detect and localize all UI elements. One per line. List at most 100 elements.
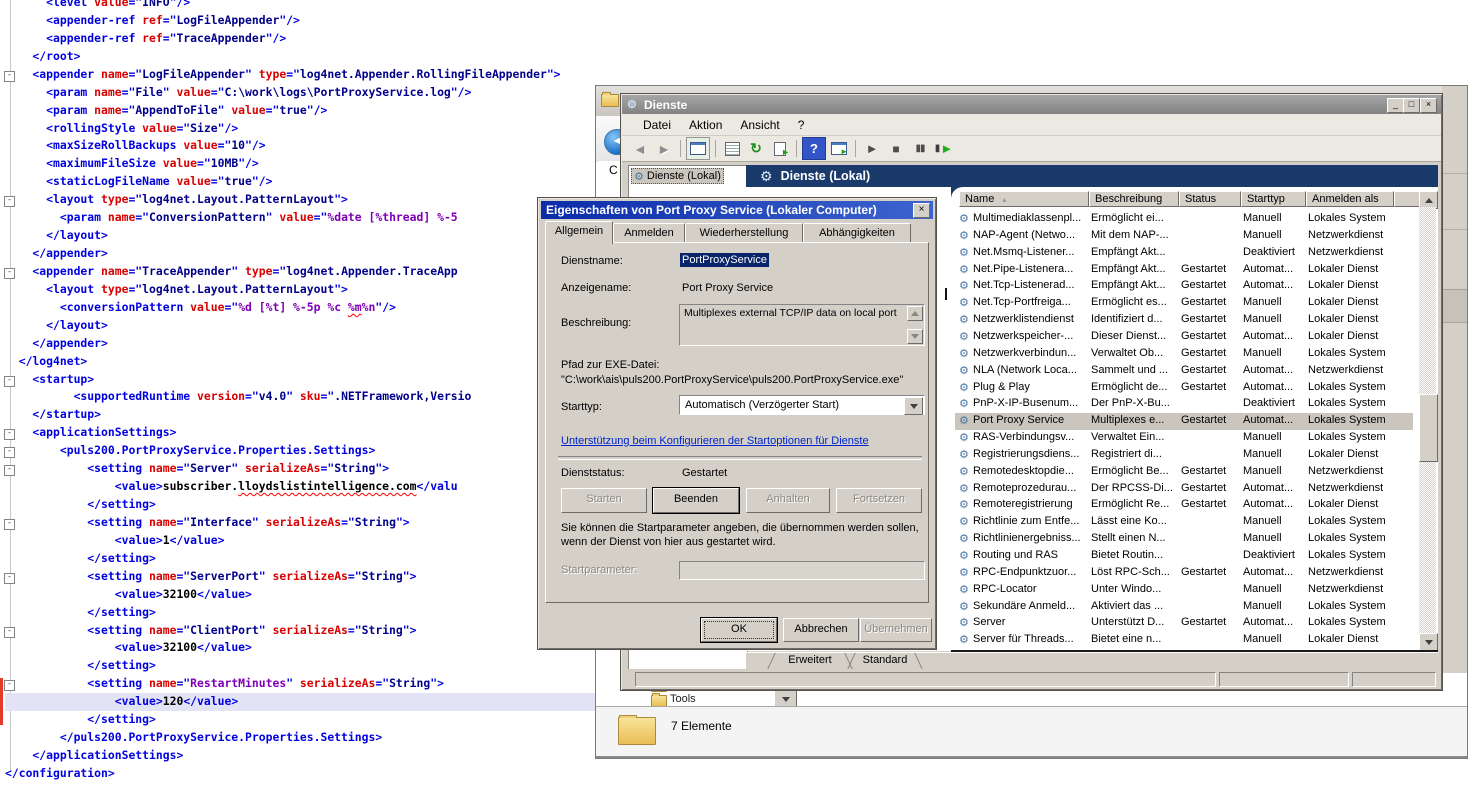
code-line[interactable]: <value>1</value> bbox=[5, 532, 224, 550]
view-tab-standard[interactable]: Standard bbox=[854, 653, 916, 669]
code-line[interactable]: </puls200.PortProxyService.Properties.Se… bbox=[5, 729, 382, 747]
chevron-down-icon[interactable] bbox=[904, 397, 923, 415]
table-row[interactable]: ⚙Server für Threads...Bietet eine n...Ma… bbox=[955, 632, 1413, 649]
code-line[interactable]: <appender name="LogFileAppender" type="l… bbox=[5, 66, 561, 84]
view-tab-erweitert[interactable]: Erweitert bbox=[774, 653, 846, 669]
table-row[interactable]: ⚙Richtlinie zum Entfe...Lässt eine Ko...… bbox=[955, 514, 1413, 531]
code-line[interactable]: <supportedRuntime version="v4.0" sku=".N… bbox=[5, 388, 471, 406]
dialog-titlebar[interactable]: Eigenschaften von Port Proxy Service (Lo… bbox=[541, 201, 933, 219]
starttype-combobox[interactable]: Automatisch (Verzögerter Start) bbox=[679, 395, 925, 415]
code-line[interactable]: </setting> bbox=[5, 711, 156, 729]
code-line[interactable]: <layout type="log4net.Layout.PatternLayo… bbox=[5, 191, 348, 209]
stop-icon[interactable] bbox=[885, 138, 907, 159]
code-line[interactable]: </applicationSettings> bbox=[5, 747, 183, 765]
code-line[interactable]: <value>120</value> bbox=[5, 693, 595, 711]
table-row[interactable]: ⚙Plug & PlayErmöglicht de...GestartetAut… bbox=[955, 380, 1413, 397]
table-row[interactable]: ⚙RemoteregistrierungErmöglicht Re...Gest… bbox=[955, 497, 1413, 514]
code-line[interactable]: </setting> bbox=[5, 657, 156, 675]
console-tree-icon[interactable] bbox=[686, 137, 710, 160]
tab-abhngigkeiten[interactable]: Abhängigkeiten bbox=[803, 223, 911, 243]
table-row[interactable]: ⚙Net.Tcp-Portfreiga...Ermöglicht es...Ge… bbox=[955, 295, 1413, 312]
startup-options-link[interactable]: Unterstützung beim Konfigurieren der Sta… bbox=[561, 435, 869, 447]
table-row[interactable]: ⚙PnP-X-IP-Busenum...Der PnP-X-Bu...Deakt… bbox=[955, 396, 1413, 413]
code-line[interactable]: <setting name="ClientPort" serializeAs="… bbox=[5, 622, 417, 640]
code-line[interactable]: </startup> bbox=[5, 406, 101, 424]
close-icon[interactable]: × bbox=[1420, 98, 1437, 113]
code-line[interactable]: </appender> bbox=[5, 245, 108, 263]
code-line[interactable]: </layout> bbox=[5, 317, 108, 335]
table-row[interactable]: ⚙RPC-Endpunktzuor...Löst RPC-Sch...Gesta… bbox=[955, 565, 1413, 582]
extended-view-icon[interactable] bbox=[828, 138, 850, 159]
table-row[interactable]: ⚙Sekundäre Anmeld...Aktiviert das ...Man… bbox=[955, 599, 1413, 616]
table-row[interactable]: ⚙ServerUnterstützt D...GestartetAutomat.… bbox=[955, 615, 1413, 632]
resume-button[interactable]: Fortsetzen bbox=[836, 488, 922, 513]
code-line[interactable]: <param name="ConversionPattern" value="%… bbox=[5, 209, 458, 227]
maximize-button[interactable]: □ bbox=[1403, 98, 1420, 113]
code-line[interactable]: <level value="INFO"/> bbox=[5, 0, 190, 12]
help-icon[interactable] bbox=[802, 137, 826, 160]
code-line[interactable]: <layout type="log4net.Layout.PatternLayo… bbox=[5, 281, 348, 299]
column-header-status[interactable]: Status bbox=[1179, 191, 1241, 207]
table-row[interactable]: ⚙Registrierungsdiens...Registriert di...… bbox=[955, 447, 1413, 464]
table-row[interactable]: ⚙NAP-Agent (Netwo...Mit dem NAP-...Manue… bbox=[955, 228, 1413, 245]
column-header-name[interactable]: Name▴ bbox=[959, 191, 1089, 207]
code-line[interactable]: </setting> bbox=[5, 604, 156, 622]
service-name-value[interactable]: PortProxyService bbox=[680, 253, 769, 267]
code-line[interactable]: <value>32100</value> bbox=[5, 586, 252, 604]
scrollbar[interactable] bbox=[1419, 191, 1437, 649]
table-row[interactable]: ⚙Remotedesktopdie...Ermöglicht Be...Gest… bbox=[955, 464, 1413, 481]
cancel-button[interactable]: Abbrechen bbox=[783, 618, 859, 642]
scrollbar-track[interactable] bbox=[1419, 207, 1436, 633]
scroll-down-button[interactable] bbox=[907, 329, 923, 344]
menu-item-aktion[interactable]: Aktion bbox=[680, 116, 731, 134]
code-line[interactable]: <maximumFileSize value="10MB"/> bbox=[5, 155, 259, 173]
apply-button[interactable]: Übernehmen bbox=[860, 618, 932, 642]
folder-item[interactable]: Tools bbox=[670, 693, 696, 705]
code-line[interactable]: <setting name="Server" serializeAs="Stri… bbox=[5, 460, 389, 478]
forward-icon[interactable] bbox=[653, 138, 675, 159]
services-list[interactable]: Name▴BeschreibungStatusStarttypAnmelden … bbox=[951, 187, 1438, 651]
code-line[interactable]: <staticLogFileName value="true"/> bbox=[5, 173, 272, 191]
restart-icon[interactable] bbox=[933, 138, 955, 159]
services-titlebar[interactable]: ⚙ Dienste _ □ × bbox=[622, 95, 1441, 114]
code-line[interactable]: </configuration> bbox=[5, 765, 115, 783]
pause-button[interactable]: Anhalten bbox=[746, 488, 830, 513]
column-header-beschreibung[interactable]: Beschreibung bbox=[1089, 191, 1179, 207]
column-header-starttyp[interactable]: Starttyp bbox=[1241, 191, 1306, 207]
tab-wiederherstellung[interactable]: Wiederherstellung bbox=[685, 223, 803, 243]
code-line[interactable]: </log4net> bbox=[5, 353, 87, 371]
code-line[interactable]: <param name="File" value="C:\work\logs\P… bbox=[5, 84, 471, 102]
menu-item-[interactable]: ? bbox=[789, 116, 814, 134]
table-row[interactable]: ⚙Netzwerkspeicher-...Dieser Dienst...Ges… bbox=[955, 329, 1413, 346]
close-icon[interactable]: × bbox=[913, 203, 930, 218]
table-row[interactable]: ⚙RPC-LocatorUnter Windo...ManuellNetzwer… bbox=[955, 582, 1413, 599]
code-line[interactable]: <setting name="ServerPort" serializeAs="… bbox=[5, 568, 417, 586]
pause-icon[interactable] bbox=[909, 138, 931, 159]
menu-item-datei[interactable]: Datei bbox=[634, 116, 680, 134]
code-line[interactable]: <puls200.PortProxyService.Properties.Set… bbox=[5, 442, 375, 460]
code-line[interactable]: <rollingStyle value="Size"/> bbox=[5, 120, 238, 138]
start-icon[interactable] bbox=[861, 138, 883, 159]
code-line[interactable]: <applicationSettings> bbox=[5, 424, 176, 442]
code-line[interactable]: <setting name="Interface" serializeAs="S… bbox=[5, 514, 410, 532]
code-line[interactable]: <startup> bbox=[5, 371, 94, 389]
table-row[interactable]: ⚙NetzwerklistendienstIdentifiziert d...G… bbox=[955, 312, 1413, 329]
start-button[interactable]: Starten bbox=[561, 488, 647, 513]
scroll-down-button[interactable] bbox=[1419, 633, 1438, 651]
export-list-icon[interactable] bbox=[769, 138, 791, 159]
table-row[interactable]: ⚙Routing und RASBietet Routin...Deaktivi… bbox=[955, 548, 1413, 565]
back-icon[interactable] bbox=[629, 138, 651, 159]
stop-button[interactable]: Beenden bbox=[653, 488, 739, 513]
code-line[interactable]: </appender> bbox=[5, 335, 108, 353]
table-row[interactable]: ⚙Net.Pipe-Listenera...Empfängt Akt...Ges… bbox=[955, 262, 1413, 279]
code-line[interactable]: <conversionPattern value="%d [%t] %-5p %… bbox=[5, 299, 396, 317]
code-line[interactable]: <setting name="RestartMinutes" serialize… bbox=[5, 675, 444, 693]
table-row[interactable]: ⚙Net.Tcp-Listenerad...Empfängt Akt...Ges… bbox=[955, 278, 1413, 295]
code-line[interactable]: <appender-ref ref="LogFileAppender"/> bbox=[5, 12, 300, 30]
refresh-icon[interactable] bbox=[745, 138, 767, 159]
scrollbar-thumb[interactable] bbox=[1419, 394, 1438, 462]
code-line[interactable]: <maxSizeRollBackups value="10"/> bbox=[5, 137, 266, 155]
code-line[interactable]: <value>subscriber.lloydslistintelligence… bbox=[5, 478, 458, 496]
code-line[interactable]: </setting> bbox=[5, 496, 156, 514]
startparameter-input[interactable] bbox=[679, 561, 925, 580]
